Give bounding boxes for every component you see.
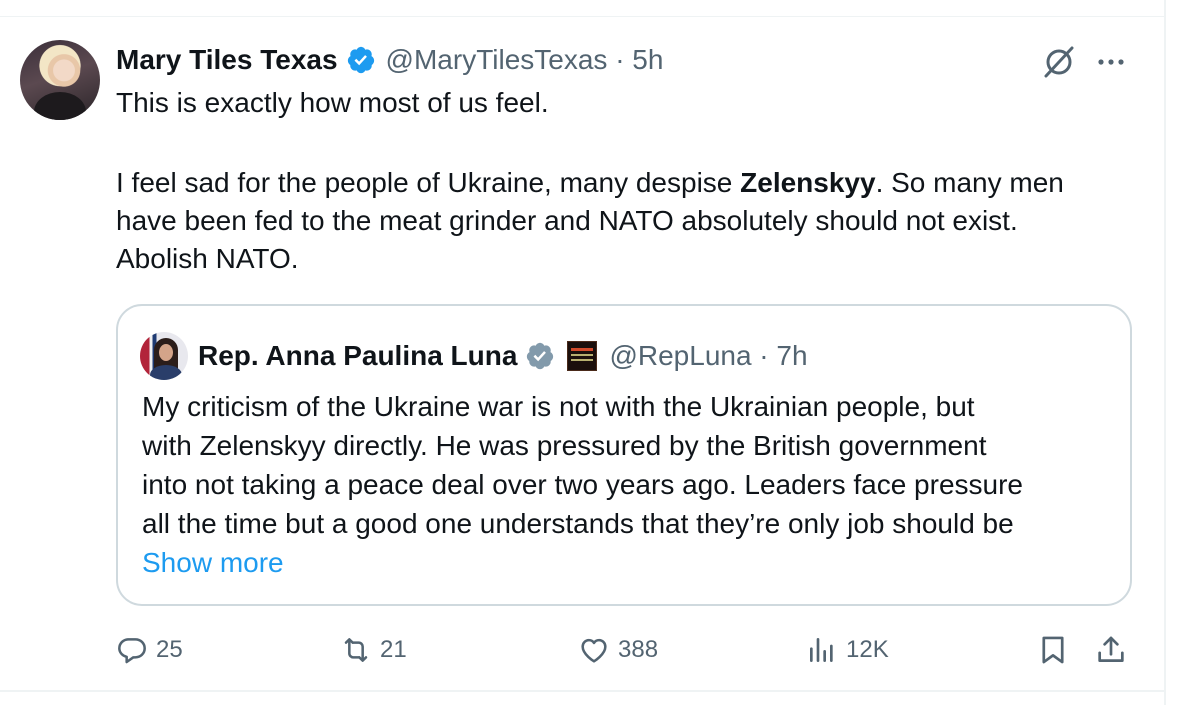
quoted-text-line: with Zelenskyy directly. He was pressure… [142,430,987,461]
heart-icon [581,638,607,663]
quoted-author-handle-time: @RepLuna · 7h [609,340,808,371]
share-icon[interactable] [1094,632,1128,668]
view-count: 12K [846,636,889,663]
repost-icon [344,638,368,662]
tweet-header: Mary Tiles Texas @MaryTilesTexas · 5h [116,42,663,78]
like-count: 388 [618,636,659,663]
repost-count: 21 [380,636,407,663]
views-chart-icon [810,638,833,662]
government-verified-icon [527,342,554,370]
tweet-card[interactable]: Mary Tiles Texas @MaryTilesTexas · 5h Th… [0,0,1164,705]
grok-icon[interactable] [1040,44,1078,80]
reply-icon [118,638,146,664]
column-border [1164,0,1166,705]
tweet-text-line: I feel sad for the people of Ukraine, ma… [116,167,1064,198]
like-button[interactable]: 388 [578,632,658,668]
bottom-divider [0,690,1164,692]
author-handle-time[interactable]: @MaryTilesTexas · 5h [386,44,664,76]
repost-button[interactable]: 21 [340,632,407,668]
quoted-text-line: all the time but a good one understands … [142,508,1014,539]
quoted-author-avatar [140,332,188,380]
author-name[interactable]: Mary Tiles Texas [116,44,338,76]
views-button[interactable]: 12K [806,632,889,668]
tweet-text-line: This is exactly how most of us feel. [116,87,549,118]
bold-mention: Zelenskyy [740,167,876,198]
verified-badge-icon [347,46,374,74]
show-more-link[interactable]: Show more [142,544,284,582]
top-divider [0,16,1164,17]
quoted-text-line: into not taking a peace deal over two ye… [142,469,1023,500]
more-options-icon[interactable] [1094,50,1128,74]
reply-count: 25 [156,636,183,663]
bookmark-icon[interactable] [1036,632,1070,668]
quoted-author-name: Rep. Anna Paulina Luna [198,340,518,371]
quoted-tweet[interactable]: Rep. Anna Paulina Luna @RepLuna · 7h My … [116,304,1132,606]
author-avatar[interactable] [20,40,100,120]
reply-button[interactable]: 25 [116,632,183,668]
quoted-text-line: My criticism of the Ukraine war is not w… [142,391,975,422]
quoted-tweet-header: Rep. Anna Paulina Luna @RepLuna · 7h [198,336,808,376]
tweet-text-line: Abolish NATO. [116,243,299,274]
tweet-text-line: have been fed to the meat grinder and NA… [116,205,1018,236]
affiliate-badge-icon [567,341,598,371]
